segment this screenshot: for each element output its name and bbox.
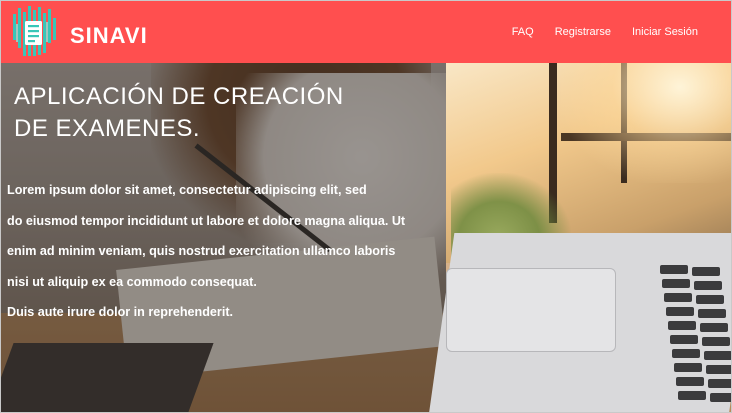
hero-description-line: enim ad minim veniam, quis nostrud exerc… [7,244,396,258]
logo[interactable] [11,4,57,60]
hero-description-line: Lorem ipsum dolor sit amet, consectetur … [7,183,367,197]
hero-title-line: APLICACIÓN DE CREACIÓN [14,83,344,110]
document-list-icon [13,6,56,56]
hero-title-line: DE EXAMENES. [14,115,201,142]
hero-description-line: do eiusmod tempor incididunt ut labore e… [7,213,406,228]
page: SINAVI FAQ Registrarse Iniciar Sesión AP… [0,0,732,413]
hero-description: Lorem ipsum dolor sit amet, consectetur … [7,175,437,328]
nav-register-link[interactable]: Registrarse [555,27,611,38]
hero-description-line: nisi ut aliquip ex ea commodo consequat. [7,274,257,289]
nav-faq-link[interactable]: FAQ [512,27,534,38]
nav-login-link[interactable]: Iniciar Sesión [632,27,698,38]
hero-title: APLICACIÓN DE CREACIÓN DE EXAMENES. [14,81,434,145]
top-nav: FAQ Registrarse Iniciar Sesión [512,27,698,38]
brand-name[interactable]: SINAVI [70,25,148,47]
navbar: SINAVI FAQ Registrarse Iniciar Sesión [1,1,731,63]
hero-description-line: Duis aute irure dolor in reprehenderit. [7,305,234,319]
